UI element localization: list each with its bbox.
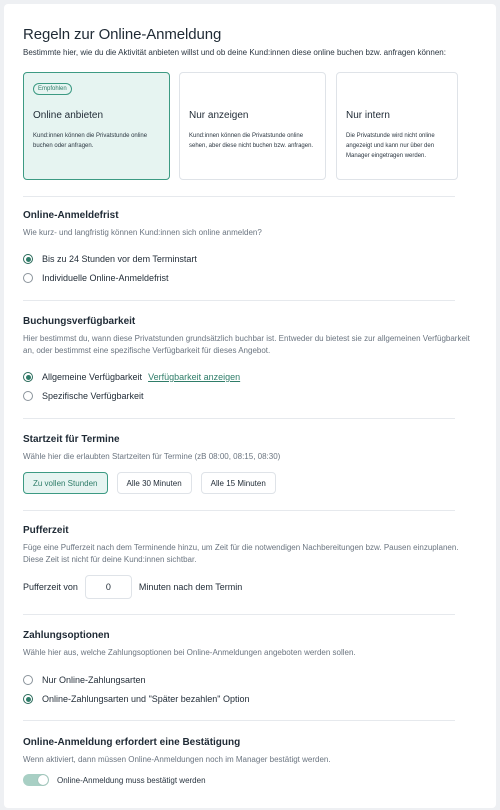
card-description: Kund:innen können die Privatstunde onlin… [33,133,148,149]
section-title-start-time: Startzeit für Termine [23,434,120,445]
chip-full-hours[interactable]: Zu vollen Stunden [23,472,108,494]
divider [23,720,455,721]
radio-label: Spezifische Verfügbarkeit [42,391,144,401]
buffer-minutes-input[interactable]: 0 [84,575,132,599]
section-title-confirmation: Online-Anmeldung erfordert eine Bestätig… [23,737,241,748]
section-desc-start-time: Wähle hier die erlaubten Startzeiten für… [23,452,281,461]
card-title: Online anbieten [33,110,104,121]
recommended-badge: Empfohlen [33,83,72,95]
card-nur-anzeigen[interactable]: Nur anzeigen Kund:innen können die Priva… [179,72,326,180]
radio-deadline-individual[interactable]: Individuelle Online-Anmeldefrist [23,273,169,283]
divider [23,196,455,197]
start-time-options: Zu vollen Stunden Alle 30 Minuten Alle 1… [23,472,276,494]
buffer-suffix: Minuten nach dem Termin [138,582,243,592]
radio-label: Allgemeine Verfügbarkeit [42,372,143,382]
radio-availability-specific[interactable]: Spezifische Verfügbarkeit [23,391,144,401]
card-online-anbieten[interactable]: Empfohlen Online anbieten Kund:innen kön… [23,72,170,180]
section-title-payment: Zahlungsoptionen [23,630,110,641]
divider [23,510,455,511]
radio-payment-online-only[interactable]: Nur Online-Zahlungsarten [23,675,146,685]
radio-availability-general[interactable]: Allgemeine Verfügbarkeit Verfügbarkeit a… [23,372,240,382]
divider [23,614,455,615]
divider [23,300,455,301]
section-desc-deadline: Wie kurz- und langfristig können Kund:in… [23,228,262,237]
toggle-label: Online-Anmeldung muss bestätigt werden [57,775,206,785]
radio-deadline-24h[interactable]: Bis zu 24 Stunden vor dem Terminstart [23,254,197,264]
card-nur-intern[interactable]: Nur intern Die Privatstunde wird nicht o… [336,72,458,180]
card-title: Nur intern [346,110,390,121]
card-description: Die Privatstunde wird nicht online angez… [346,133,435,159]
radio-selected-icon [23,694,33,704]
buffer-row: Pufferzeit von 0 Minuten nach dem Termin [23,575,242,599]
radio-label: Online-Zahlungsarten und "Später bezahle… [42,694,250,704]
section-title-buffer: Pufferzeit [23,525,69,536]
radio-empty-icon [23,675,33,685]
confirmation-toggle[interactable] [23,774,49,786]
page-title: Regeln zur Online-Anmeldung [23,26,222,43]
card-description: Kund:innen können die Privatstunde onlin… [189,133,314,149]
radio-payment-pay-later[interactable]: Online-Zahlungsarten und "Später bezahle… [23,694,250,704]
show-availability-link[interactable]: Verfügbarkeit anzeigen [148,372,240,382]
section-title-availability: Buchungsverfügbarkeit [23,316,136,327]
section-desc-confirmation: Wenn aktiviert, dann müssen Online-Anmel… [23,755,331,764]
radio-selected-icon [23,372,33,382]
radio-label: Bis zu 24 Stunden vor dem Terminstart [42,254,197,264]
chip-15-minutes[interactable]: Alle 15 Minuten [200,472,276,494]
page-subtitle: Bestimmte hier, wie du die Aktivität anb… [23,48,446,57]
section-title-deadline: Online-Anmeldefrist [23,210,119,221]
offer-cards: Empfohlen Online anbieten Kund:innen kön… [23,72,458,180]
section-desc-buffer: Füge eine Pufferzeit nach dem Terminende… [23,543,459,564]
radio-label: Individuelle Online-Anmeldefrist [42,273,169,283]
buffer-prefix: Pufferzeit von [23,582,78,592]
divider [23,418,455,419]
section-desc-availability: Hier bestimmst du, wann diese Privatstun… [23,334,470,355]
confirmation-toggle-row[interactable]: Online-Anmeldung muss bestätigt werden [23,774,206,786]
radio-label: Nur Online-Zahlungsarten [42,675,146,685]
radio-selected-icon [23,254,33,264]
chip-30-minutes[interactable]: Alle 30 Minuten [116,472,192,494]
card-title: Nur anzeigen [189,110,249,121]
radio-empty-icon [23,273,33,283]
radio-empty-icon [23,391,33,401]
section-desc-payment: Wähle hier aus, welche Zahlungsoptionen … [23,648,356,657]
